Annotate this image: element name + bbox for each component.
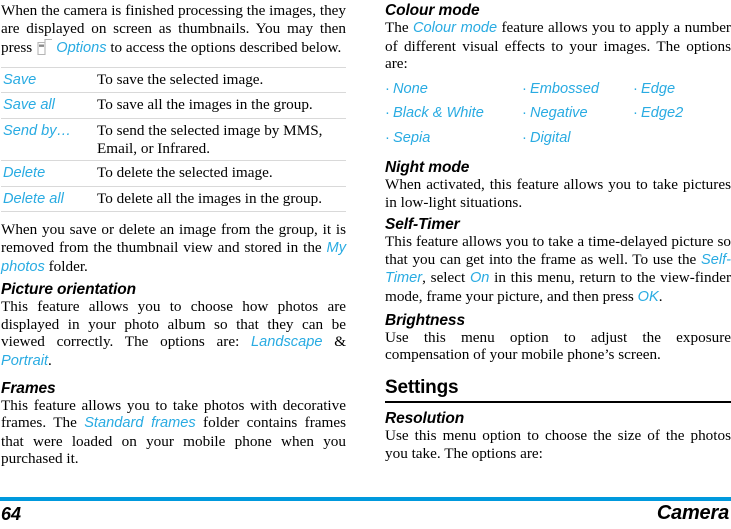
list-item[interactable]: · Edge [633,77,731,101]
self-timer-part4: . [658,287,663,305]
heading-colour-mode: Colour mode [385,2,480,19]
bullet-icon: · [633,80,638,97]
column-gutter [346,0,385,497]
brightness-paragraph: Use this menu option to adjust the expos… [385,328,731,364]
bullet-icon: · [522,129,527,146]
after-table-part1: When you save or delete an image from th… [1,221,346,256]
option-term-cell: Delete all [1,185,95,213]
heading-brightness: Brightness [385,311,465,329]
bullet-icon: · [385,105,390,122]
option-term-cell: Send by… [1,117,95,162]
colour-mode-options-grid: · None · Black & White · Sepia · Embossed · N… [385,77,731,150]
section-heading-settings: Settings [385,376,459,398]
option-label: Edge2 [641,105,684,122]
colour-mode-link[interactable]: Colour mode [413,20,497,36]
frames-paragraph: This feature allows you to take photos w… [1,397,346,468]
page-number: 64 [1,504,22,524]
chapter-name: Camera [656,502,729,524]
option-label: Negative [530,105,588,122]
option-desc: To save the selected image. [95,66,346,94]
resolution-paragraph: Use this menu option to choose the size … [385,426,731,462]
intro-text-part2: to access the options described below. [110,39,342,57]
option-label: Embossed [530,80,599,97]
after-table-part2: folder. [48,257,88,275]
ok-link[interactable]: OK [638,289,659,305]
section-divider [385,400,731,403]
heading-self-timer: Self-Timer [385,216,460,234]
option-desc: To delete the selected image. [95,160,346,187]
heading-frames: Frames [1,379,56,397]
page-footer: 64 Camera [0,497,731,529]
page-columns: When the camera is finished processing t… [0,0,731,497]
standard-frames-link[interactable]: Standard frames [84,415,195,431]
option-term[interactable]: Delete [3,165,45,181]
table-row: Save To save the selected image. [1,66,346,94]
intro-paragraph: When the camera is finished processing t… [1,2,346,58]
manual-page: When the camera is finished processing t… [0,0,731,529]
option-term-cell: Save all [1,92,95,119]
option-term[interactable]: Save all [3,97,55,113]
table-row: Delete all To delete all the images in t… [1,185,346,213]
ampersand: & [334,333,347,351]
option-label: Black & White [393,105,484,122]
colour-mode-part1: The [385,19,409,36]
heading-picture-orientation: Picture orientation [1,281,137,299]
bullet-icon: · [633,105,638,122]
footer-divider [0,497,731,501]
self-timer-part2: , select [422,269,466,287]
colour-mode-paragraph: The Colour mode feature allows you to ap… [385,19,731,73]
option-term[interactable]: Save [3,72,36,88]
option-label: None [393,80,428,97]
period: . [48,351,52,369]
left-softkey-icon [36,37,53,56]
on-link[interactable]: On [470,270,489,286]
option-term[interactable]: Delete all [3,191,64,207]
options-link[interactable]: Options [56,40,106,56]
after-table-paragraph: When you save or delete an image from th… [1,221,346,276]
table-row: Save all To save all the images in the g… [1,92,346,119]
bullet-icon: · [385,80,390,97]
option-term-cell: Save [1,66,95,94]
options-column-2: · Embossed · Negative · Digital [522,77,633,150]
list-item[interactable]: · Digital [522,126,633,150]
option-desc: To delete all the images in the group. [95,185,346,213]
option-desc: To save all the images in the group. [95,92,346,119]
option-term[interactable]: Send by… [3,123,71,139]
bullet-icon: · [522,80,527,97]
right-column: Colour mode The Colour mode feature allo… [385,0,731,497]
landscape-link[interactable]: Landscape [251,334,322,350]
table-row: Send by… To send the selected image by M… [1,117,346,162]
list-item[interactable]: · Edge2 [633,101,731,125]
bullet-icon: · [385,129,390,146]
bullet-icon: · [522,105,527,122]
night-mode-paragraph: When activated, this feature allows you … [385,176,731,211]
list-item[interactable]: · None [385,77,522,101]
options-column-1: · None · Black & White · Sepia [385,77,522,150]
list-item[interactable]: · Black & White [385,101,522,125]
option-label: Digital [530,129,571,146]
self-timer-paragraph: This feature allows you to take a time-d… [385,233,731,306]
heading-night-mode: Night mode [385,159,470,176]
portrait-link[interactable]: Portrait [1,353,48,369]
options-table-body: Save To save the selected image. Save al… [1,66,346,213]
list-item[interactable]: · Embossed [522,77,633,101]
list-item[interactable]: · Sepia [385,126,522,150]
option-label: Edge [641,80,676,97]
list-item[interactable]: · Negative [522,101,633,125]
option-label: Sepia [393,129,431,146]
option-desc: To send the selected image by MMS, Email… [95,117,346,162]
picture-orientation-paragraph: This feature allows you to choose how ph… [1,298,346,370]
self-timer-part1: This feature allows you to take a time-d… [385,233,731,268]
heading-resolution: Resolution [385,409,465,427]
table-row: Delete To delete the selected image. [1,160,346,187]
options-column-3: · Edge · Edge2 [633,77,731,150]
options-table: Save To save the selected image. Save al… [1,66,346,213]
option-term-cell: Delete [1,160,95,187]
left-column: When the camera is finished processing t… [0,0,346,497]
